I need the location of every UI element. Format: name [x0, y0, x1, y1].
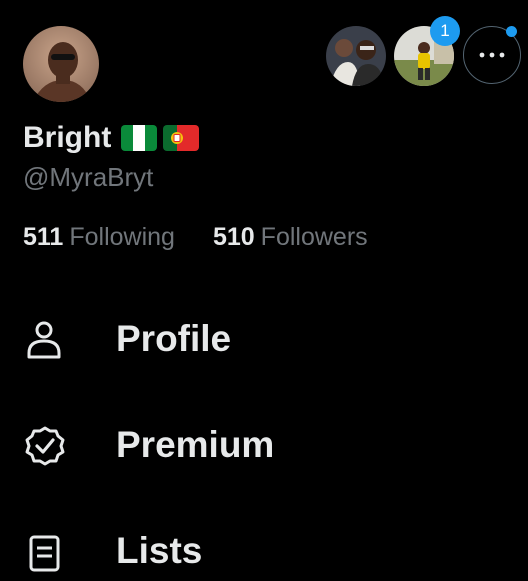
verified-badge-icon	[25, 426, 65, 466]
followers-link[interactable]: 510 Followers	[213, 223, 368, 252]
person-icon	[27, 321, 61, 359]
following-label: Following	[69, 223, 175, 251]
nav-label-lists: Lists	[116, 530, 203, 571]
following-count: 511	[23, 223, 64, 251]
follow-stats: 511 Following 510 Followers	[23, 223, 368, 252]
nav-item-profile[interactable]: Profile	[0, 309, 528, 369]
nigeria-flag-icon	[121, 125, 158, 151]
profile-handle: @MyraBryt	[23, 162, 154, 192]
followers-label: Followers	[260, 223, 368, 251]
profile-name-row: Bright	[23, 118, 200, 158]
followers-count: 510	[212, 223, 255, 251]
portugal-flag-icon	[163, 125, 200, 151]
following-link[interactable]: 511 Following	[23, 223, 175, 252]
unread-dot	[506, 26, 517, 37]
user-avatar[interactable]	[23, 26, 99, 102]
profile-name[interactable]: Bright	[23, 121, 111, 155]
nav-label-profile: Profile	[116, 318, 232, 359]
more-dots-icon	[479, 52, 505, 58]
notification-badge: 1	[430, 16, 460, 46]
list-icon	[29, 535, 60, 572]
nav-item-premium[interactable]: Premium	[0, 415, 528, 475]
switch-account-avatar[interactable]	[326, 26, 386, 86]
nav-label-premium: Premium	[116, 424, 275, 465]
nav-item-lists[interactable]: Lists	[0, 521, 528, 581]
